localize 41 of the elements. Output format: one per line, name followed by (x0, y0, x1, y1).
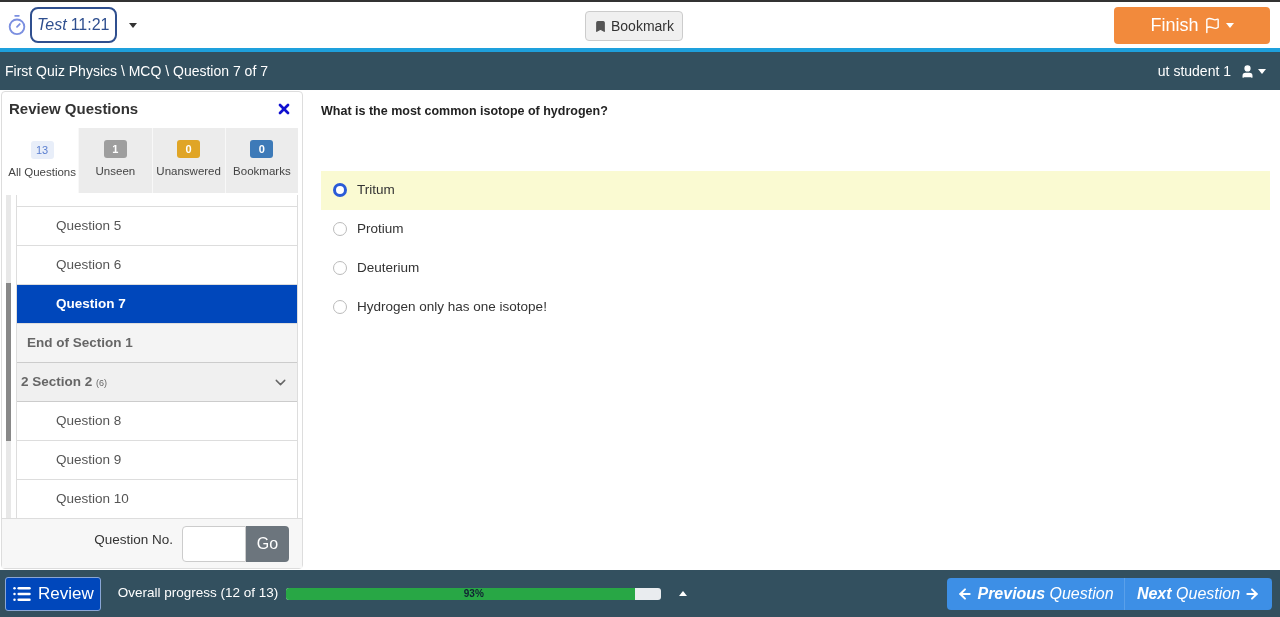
radio-button[interactable] (333, 183, 347, 198)
field-label: Question No. (94, 531, 173, 550)
caret-icon (1225, 22, 1234, 28)
bookmark-button[interactable]: Bookmark (585, 11, 684, 41)
user-menu-button[interactable]: ut student 1 (1157, 60, 1266, 82)
filter-tab[interactable]: 13 All Questions (6, 128, 79, 193)
filter-tab[interactable]: 1 Unseen (78, 128, 152, 193)
count-badge: 1 (103, 140, 127, 159)
answer-option[interactable]: Protium (321, 209, 1270, 249)
review-button[interactable]: Review (5, 576, 101, 611)
filter-tab[interactable]: 0 Bookmarks (224, 128, 298, 193)
bookmark-icon (594, 19, 607, 33)
go-button[interactable]: Go (246, 525, 289, 562)
answer-option[interactable]: Deuterium (321, 248, 1270, 288)
count-badge: 13 (30, 141, 54, 160)
answer-option[interactable]: Tritum (321, 170, 1270, 210)
count-badge: 0 (177, 140, 201, 159)
section-header[interactable]: 2 Section 2 (6) (17, 363, 297, 402)
count-badge: 0 (250, 140, 274, 159)
close-button[interactable] (276, 101, 292, 117)
caret-icon (128, 22, 137, 28)
section-end-item: End of Section 1 (17, 324, 297, 363)
progress-label: Overall progress (12 of 13) (117, 584, 279, 603)
filter-tab[interactable]: 0 Unanswered (151, 128, 225, 193)
caret-up-icon (679, 591, 688, 596)
question-text: What is the most common isotope of hydrogen? (321, 103, 609, 120)
stopwatch-icon (6, 14, 28, 36)
panel-title: Review Questions (9, 98, 139, 119)
progress-reading: 93% (462, 587, 485, 600)
close-icon (276, 101, 292, 117)
answer-option[interactable]: Hydrogen only has one isotope! (321, 287, 1270, 327)
user-icon (1240, 63, 1255, 79)
radio-button[interactable] (333, 222, 347, 237)
caret-icon (1258, 68, 1266, 74)
radio-button[interactable] (333, 300, 347, 315)
question-number-field[interactable] (182, 525, 246, 562)
timer-display: Test 11:21 (30, 7, 117, 43)
radio-button[interactable] (333, 261, 347, 276)
question-item[interactable]: Question 7 (17, 285, 297, 324)
flag-icon (1203, 16, 1221, 34)
breadcrumb: First Quiz Physics \ MCQ \ Question 7 of 7 (5, 61, 268, 81)
